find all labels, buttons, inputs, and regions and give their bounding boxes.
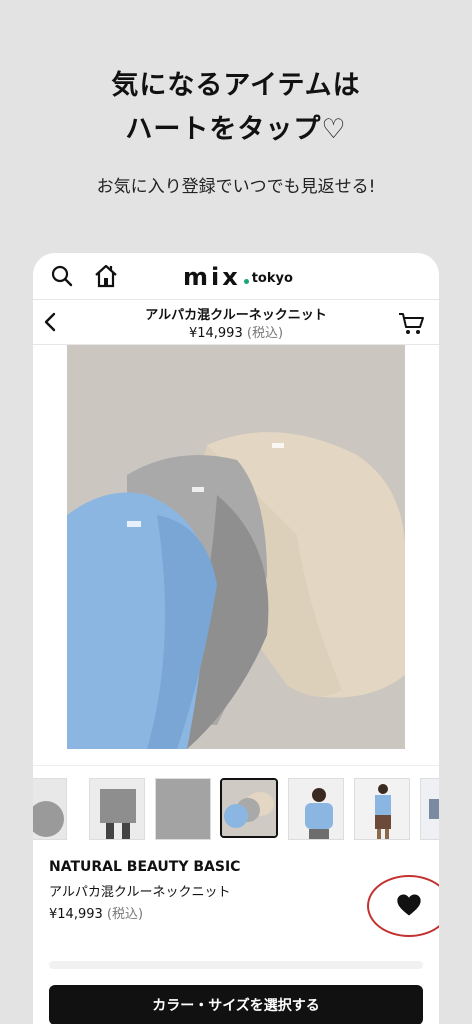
app-header: mix tokyo (33, 253, 439, 299)
promo-headline-line2: ハートをタップ♡ (125, 114, 347, 145)
logo-dot (243, 279, 249, 284)
thumbnail-5[interactable] (288, 778, 344, 840)
cart-icon[interactable] (397, 309, 425, 337)
product-price-value: ¥14,993 (49, 907, 103, 922)
mix-tokyo-logo[interactable]: mix tokyo (183, 263, 293, 289)
product-name: アルパカ混クルーネックニット (49, 885, 231, 900)
thumbnail-2[interactable] (89, 778, 145, 840)
heart-icon[interactable] (395, 891, 423, 919)
nav-price-value: ¥14,993 (188, 326, 243, 341)
favorite-button[interactable] (367, 875, 439, 937)
nav-product-price: ¥14,993 (税込) (93, 322, 379, 341)
nav-price-tax: (税込) (246, 326, 284, 341)
thumbnail-strip[interactable] (33, 765, 439, 840)
product-price: ¥14,993 (税込) (49, 903, 143, 922)
promo-headline: 気になるアイテムは ハートをタップ♡ (0, 64, 472, 152)
section-divider (49, 961, 423, 969)
nav-product-title: アルパカ混クルーネックニット (145, 308, 327, 323)
logo-main: mix (183, 263, 241, 291)
thumbnail-6[interactable] (354, 778, 410, 840)
thumbnail-1[interactable] (33, 778, 67, 840)
logo-suffix: tokyo (251, 271, 293, 286)
app-screen: mix tokyo アルパカ混クルーネックニット ¥14,993 (税込) NA… (33, 253, 439, 1024)
product-main-image[interactable] (67, 345, 405, 749)
thumbnail-4-selected[interactable] (220, 778, 278, 838)
product-price-tax: (税込) (106, 907, 144, 922)
thumbnail-3[interactable] (155, 778, 211, 840)
select-color-size-button[interactable]: カラー・サイズを選択する (49, 985, 423, 1024)
back-icon[interactable] (39, 310, 63, 334)
product-navbar: アルパカ混クルーネックニット ¥14,993 (税込) (33, 299, 439, 345)
promo-subtitle: お気に入り登録でいつでも見返せる! (96, 177, 376, 197)
home-icon[interactable] (91, 261, 121, 291)
promo-headline-line1: 気になるアイテムは (111, 70, 361, 101)
search-icon[interactable] (47, 261, 77, 291)
product-brand[interactable]: NATURAL BEAUTY BASIC (49, 859, 240, 875)
thumbnail-7[interactable] (420, 778, 439, 840)
